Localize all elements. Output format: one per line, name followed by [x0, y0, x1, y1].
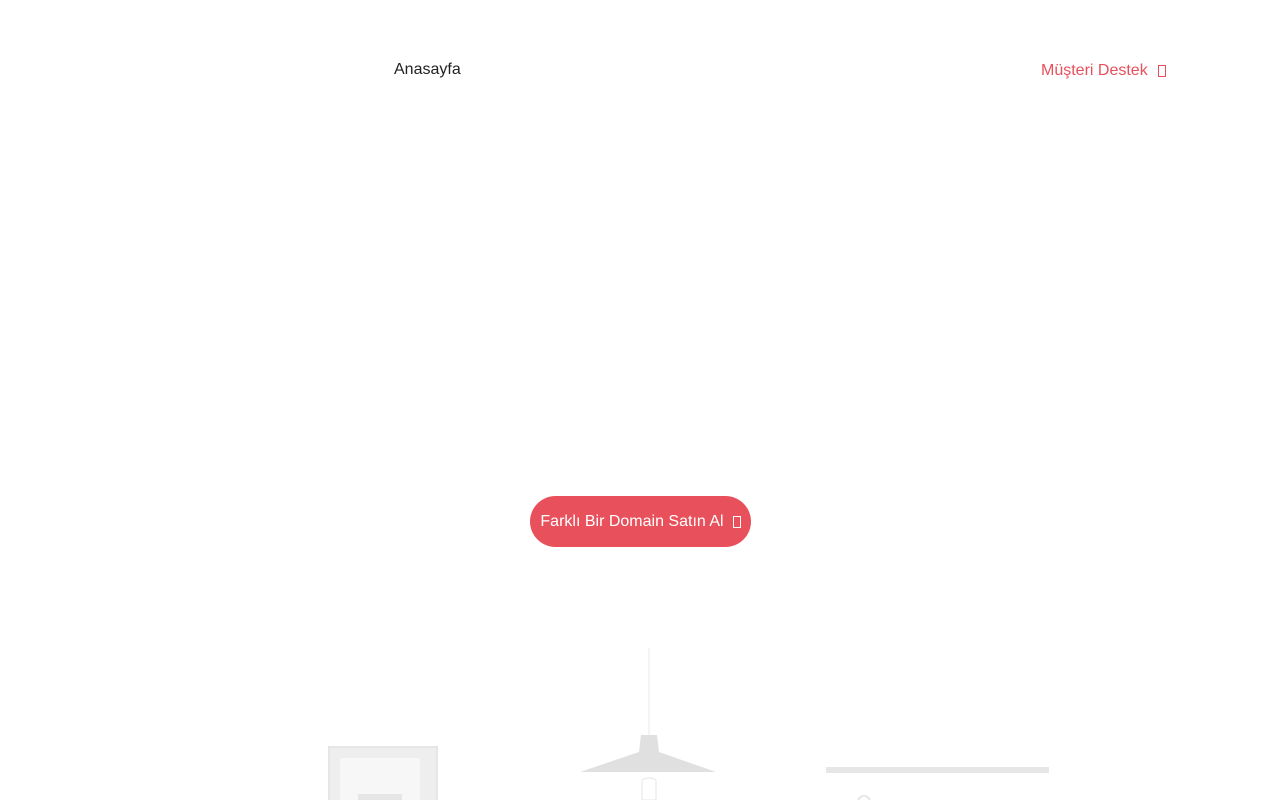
hanging-lamp-illustration	[580, 648, 716, 800]
buy-other-domain-button[interactable]: Farklı Bir Domain Satın Al	[530, 496, 751, 547]
shelf-illustration	[826, 767, 1049, 800]
external-box-icon	[732, 515, 741, 528]
external-box-icon	[1157, 65, 1166, 77]
buy-other-domain-label: Farklı Bir Domain Satın Al	[540, 512, 724, 530]
nav-support-label: Müşteri Destek	[1041, 62, 1148, 79]
nav-support-link[interactable]: Müşteri Destek	[1041, 61, 1166, 81]
nav-home-link[interactable]: Anasayfa	[394, 60, 461, 80]
room-illustration	[328, 648, 1049, 800]
picture-frame-illustration	[328, 746, 438, 800]
page: Anasayfa Müşteri Destek Farklı Bir Domai…	[0, 0, 1280, 800]
